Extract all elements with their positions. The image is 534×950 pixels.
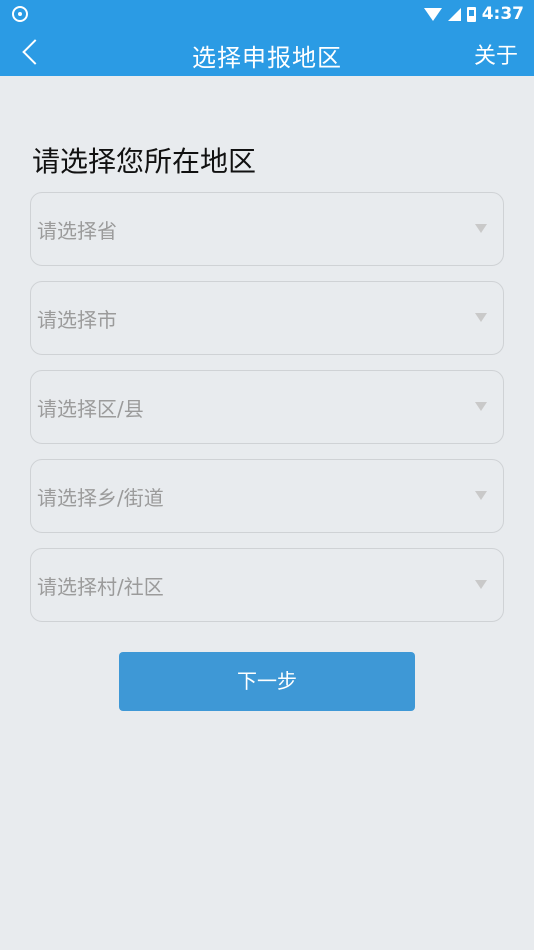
- about-button[interactable]: 关于: [474, 38, 518, 70]
- village-select-placeholder: 请选择村/社区: [37, 575, 164, 599]
- dropdown-arrow-icon: [475, 313, 487, 322]
- cell-signal-icon: [447, 7, 461, 21]
- page-title: 选择申报地区: [192, 44, 342, 72]
- township-select-placeholder: 请选择乡/街道: [37, 486, 164, 510]
- dropdown-arrow-icon: [475, 402, 487, 411]
- app-bar: 选择申报地区 关于: [0, 28, 534, 76]
- city-select[interactable]: 请选择市: [30, 281, 504, 355]
- district-select[interactable]: 请选择区/县: [30, 370, 504, 444]
- province-select[interactable]: 请选择省: [30, 192, 504, 266]
- district-select-placeholder: 请选择区/县: [37, 397, 144, 421]
- village-select[interactable]: 请选择村/社区: [30, 548, 504, 622]
- dropdown-arrow-icon: [475, 224, 487, 233]
- status-indicators: 4:37: [423, 3, 524, 25]
- township-select[interactable]: 请选择乡/街道: [30, 459, 504, 533]
- province-select-placeholder: 请选择省: [37, 219, 117, 243]
- section-title: 请选择您所在地区: [32, 145, 257, 178]
- wifi-icon: [423, 7, 442, 21]
- sync-icon: [12, 6, 28, 22]
- dropdown-arrow-icon: [475, 580, 487, 589]
- next-step-button[interactable]: 下一步: [119, 652, 415, 711]
- dropdown-arrow-icon: [475, 491, 487, 500]
- status-bar: 4:37: [0, 0, 534, 28]
- city-select-placeholder: 请选择市: [37, 308, 117, 332]
- status-time: 4:37: [481, 4, 524, 24]
- battery-icon: [466, 6, 476, 22]
